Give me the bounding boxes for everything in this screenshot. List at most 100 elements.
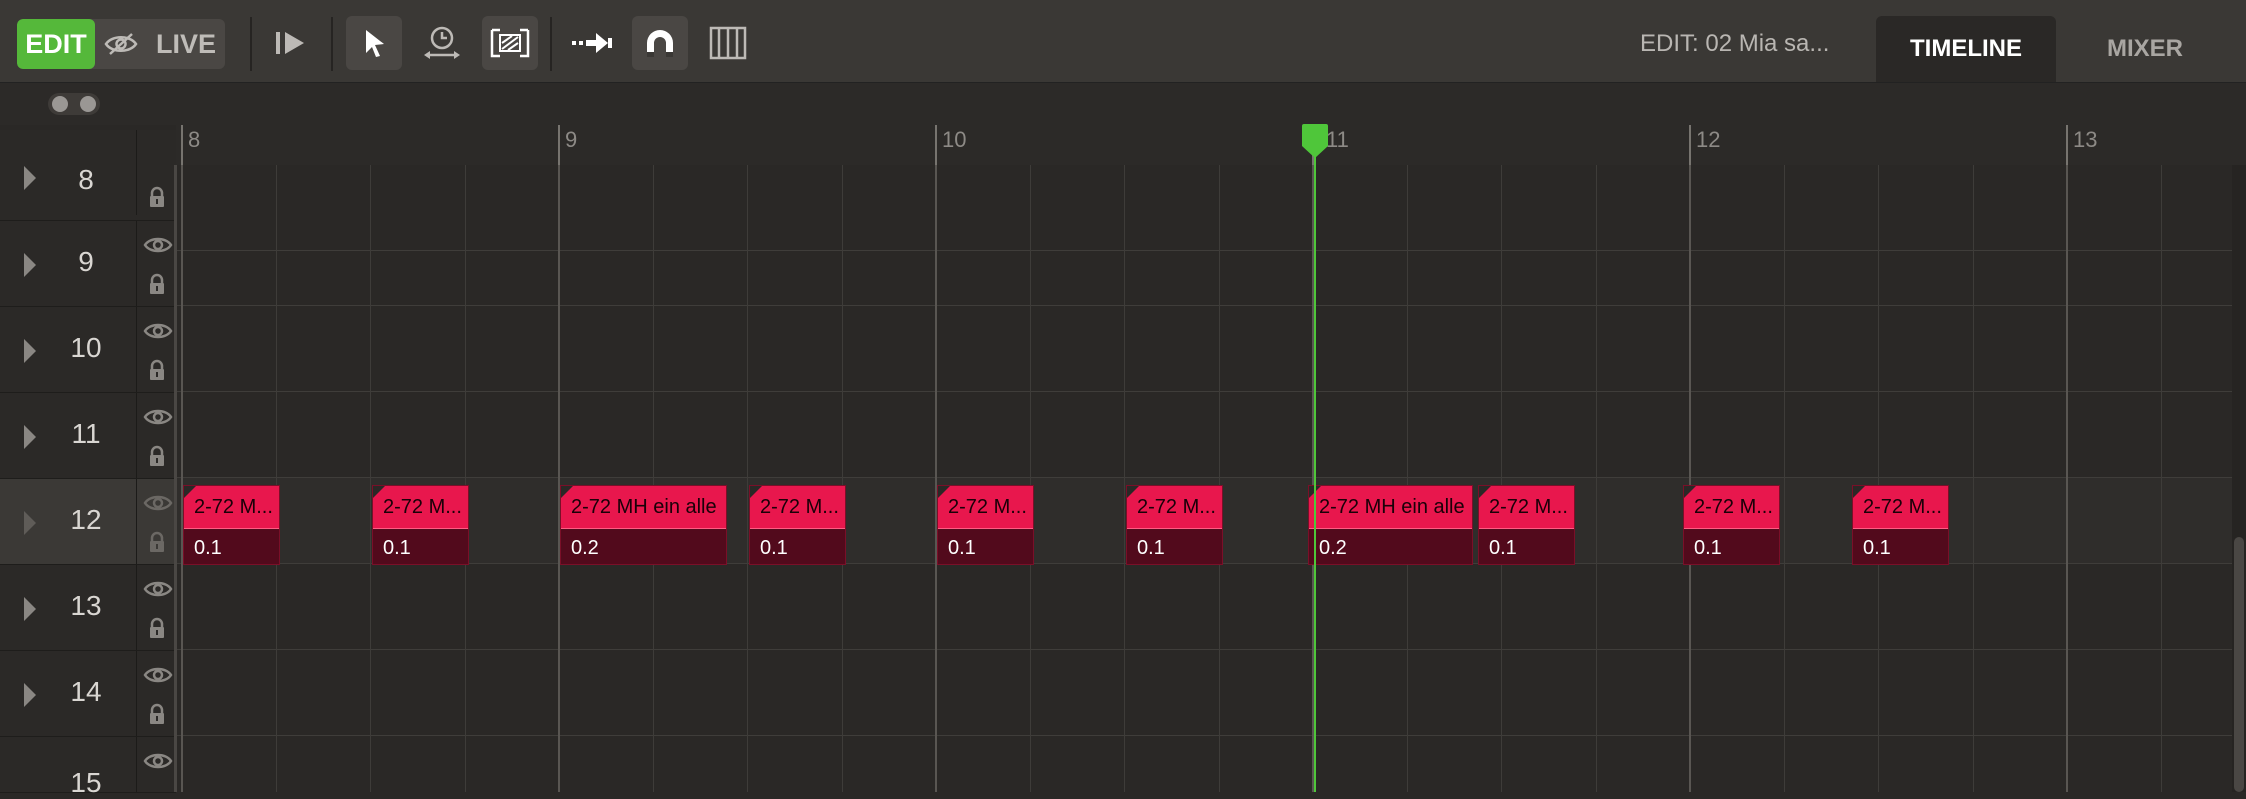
- lock-icon[interactable]: [148, 703, 166, 725]
- track-header[interactable]: 11: [0, 393, 176, 479]
- header-divider: [174, 165, 177, 792]
- expand-arrow-icon[interactable]: [24, 253, 36, 277]
- eye-icon[interactable]: [143, 493, 173, 513]
- track-header[interactable]: 14: [0, 651, 176, 737]
- snap-button[interactable]: [632, 16, 688, 70]
- tab-mixer[interactable]: MIXER: [2060, 16, 2230, 82]
- playhead-line: [1314, 145, 1316, 792]
- grid-view-button[interactable]: [700, 16, 756, 70]
- clip[interactable]: 2-72 M... 0.1: [1126, 485, 1223, 565]
- clip-title: 2-72 MH ein alle: [1309, 486, 1472, 528]
- track-lane[interactable]: [177, 650, 2232, 736]
- grid-line: [370, 165, 371, 792]
- clip-title: 2-72 M...: [938, 486, 1033, 528]
- eye-icon[interactable]: [143, 751, 173, 771]
- grid-line: [465, 165, 466, 792]
- track-lane[interactable]: [177, 736, 2232, 792]
- clip-value: 0.2: [1309, 528, 1472, 564]
- clip[interactable]: 2-72 MH ein alle 0.2: [560, 485, 727, 565]
- clip[interactable]: 2-72 M... 0.1: [1478, 485, 1575, 565]
- forward-button[interactable]: [564, 16, 620, 70]
- live-mode-button[interactable]: LIVE: [147, 19, 225, 69]
- lock-icon[interactable]: [148, 359, 166, 381]
- track-controls: [136, 130, 177, 215]
- select-tool-button[interactable]: [346, 16, 402, 70]
- clip-value: 0.1: [184, 528, 279, 564]
- grid-line: [1219, 165, 1220, 792]
- ruler-label: 12: [1696, 127, 1721, 152]
- mode-switch: EDIT LIVE: [17, 19, 225, 69]
- track-header[interactable]: 8: [0, 130, 176, 221]
- lock-icon[interactable]: [148, 186, 166, 208]
- clip-value: 0.2: [561, 528, 726, 564]
- track-header[interactable]: 10: [0, 307, 176, 393]
- grid-line: [1784, 165, 1785, 792]
- expand-arrow-icon[interactable]: [24, 166, 36, 190]
- clip[interactable]: 2-72 MH ein alle 0.2: [1308, 485, 1473, 565]
- clip[interactable]: 2-72 M... 0.1: [937, 485, 1034, 565]
- clip-value: 0.1: [1127, 528, 1222, 564]
- ruler-label: 8: [188, 127, 201, 152]
- clip-value: 0.1: [750, 528, 845, 564]
- crop-region-button[interactable]: [482, 16, 538, 70]
- lock-icon[interactable]: [148, 273, 166, 295]
- grid-line: [1501, 165, 1502, 792]
- time-stretch-button[interactable]: [414, 16, 470, 70]
- track-number: 13: [70, 590, 102, 621]
- clip[interactable]: 2-72 M... 0.1: [749, 485, 846, 565]
- expand-arrow-icon[interactable]: [24, 511, 36, 535]
- track-header[interactable]: 13: [0, 565, 176, 651]
- track-lane[interactable]: [177, 220, 2232, 306]
- eye-icon[interactable]: [143, 321, 173, 341]
- sub-toolbar: [0, 83, 2246, 125]
- expand-arrow-icon[interactable]: [24, 339, 36, 363]
- clip-corner: [750, 486, 762, 498]
- hide-preview-button[interactable]: [101, 19, 141, 69]
- track-number: 10: [70, 332, 102, 363]
- clip-corner: [1684, 486, 1696, 498]
- clip[interactable]: 2-72 M... 0.1: [1852, 485, 1949, 565]
- grid-columns-icon: [709, 26, 747, 60]
- track-lane[interactable]: [177, 306, 2232, 392]
- eye-icon[interactable]: [143, 665, 173, 685]
- clip[interactable]: 2-72 M... 0.1: [183, 485, 280, 565]
- track-lane[interactable]: [177, 564, 2232, 650]
- lock-icon[interactable]: [148, 445, 166, 467]
- toolbar: EDIT LIVE EDIT: 02 Mia sa... TIMELINE MI…: [0, 0, 2246, 83]
- play-from-button[interactable]: [262, 16, 318, 70]
- clip-title: 2-72 M...: [1127, 486, 1222, 528]
- track-header-selected[interactable]: 12: [0, 479, 176, 565]
- grid-line: [1596, 165, 1597, 792]
- clip-value: 0.1: [938, 528, 1033, 564]
- eye-icon[interactable]: [143, 235, 173, 255]
- track-controls: [136, 737, 177, 792]
- grid-line: [1689, 165, 1691, 792]
- edit-mode-button[interactable]: EDIT: [17, 19, 95, 69]
- eye-icon[interactable]: [143, 579, 173, 599]
- track-number: 8: [78, 164, 94, 195]
- clip[interactable]: 2-72 M... 0.1: [372, 485, 469, 565]
- expand-arrow-icon[interactable]: [24, 425, 36, 449]
- grid-line: [2161, 165, 2162, 792]
- eye-icon[interactable]: [143, 407, 173, 427]
- clip[interactable]: 2-72 M... 0.1: [1683, 485, 1780, 565]
- expand-arrow-icon[interactable]: [24, 597, 36, 621]
- vertical-scrollbar[interactable]: [2234, 537, 2244, 792]
- grid-line: [276, 165, 277, 792]
- track-number: 12: [70, 504, 102, 535]
- lock-icon[interactable]: [148, 531, 166, 553]
- track-controls: [136, 393, 177, 478]
- track-lane[interactable]: [177, 392, 2232, 478]
- timeline-lanes[interactable]: 2-72 M... 0.1 2-72 M... 0.1 2-72 MH ein …: [177, 165, 2232, 792]
- grid-line: [842, 165, 843, 792]
- track-header[interactable]: 15: [0, 737, 177, 798]
- track-toggle[interactable]: [48, 93, 100, 115]
- expand-arrow-icon[interactable]: [24, 683, 36, 707]
- playhead-marker-icon[interactable]: [1302, 124, 1328, 158]
- track-number: 11: [71, 418, 101, 449]
- time-ruler[interactable]: 8 9 10 11 12 13: [176, 125, 2246, 165]
- tab-timeline[interactable]: TIMELINE: [1876, 16, 2056, 82]
- play-from-icon: [276, 32, 304, 54]
- track-header[interactable]: 9: [0, 221, 176, 307]
- lock-icon[interactable]: [148, 617, 166, 639]
